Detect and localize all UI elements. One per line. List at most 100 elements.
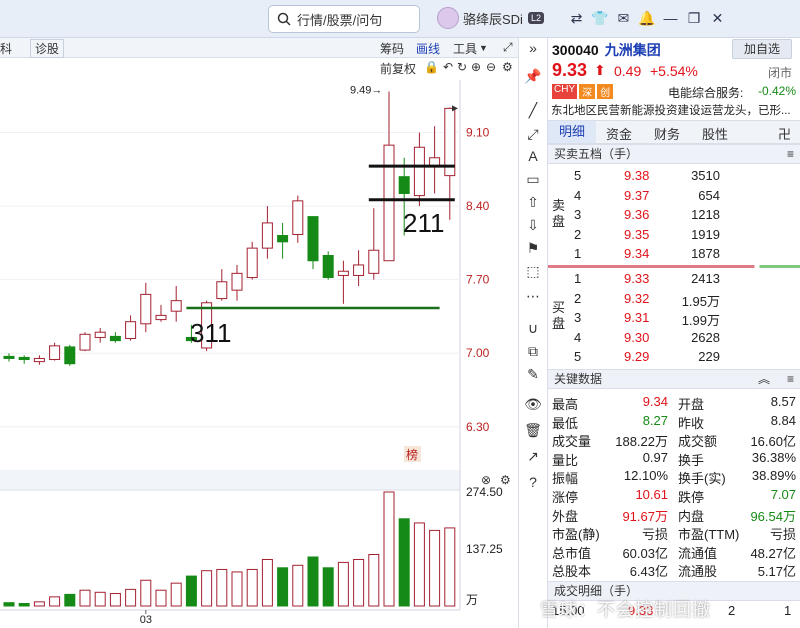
volume-bar [3, 602, 15, 607]
settings-icon[interactable]: ⚙ [502, 60, 513, 74]
stock-code: 300040 [552, 42, 599, 58]
volume-bar [398, 518, 410, 607]
line-tool-icon[interactable]: ╱ [519, 102, 547, 119]
key-row-cell: 91.67万 [622, 508, 668, 524]
bell-icon[interactable]: 🔔 [636, 10, 659, 27]
candle-body [353, 264, 365, 276]
close-icon[interactable]: ✕ [706, 10, 729, 27]
key-row-cell: 16.60亿 [750, 434, 796, 450]
text-tool-icon[interactable]: A [519, 148, 547, 164]
candle-body [261, 222, 273, 249]
ray-tool-icon[interactable]: ⤢ [519, 126, 547, 143]
refresh-icon[interactable]: ↻ [457, 60, 467, 74]
watermark: 雪球：不会控制回撤 [540, 600, 711, 620]
chip-button[interactable]: 筹码 [380, 40, 404, 57]
plot-area [0, 80, 460, 470]
key-row-cell: 开盘 [678, 397, 705, 412]
help-icon[interactable]: ? [519, 474, 547, 490]
ask-row-cell: 3510 [691, 168, 720, 183]
more-icon[interactable]: ⋯ [519, 288, 547, 305]
key-row-cell: 8.84 [770, 412, 796, 428]
tab-character[interactable]: 股性 [702, 124, 728, 143]
pin-icon[interactable]: 📌 [519, 68, 547, 85]
sell-label: 卖盘 [552, 198, 566, 229]
arrow-down-tool-icon[interactable]: ⇩ [519, 217, 547, 234]
lock-icon[interactable]: 🔒 [424, 60, 439, 74]
draw-line-button[interactable]: 画线 [416, 40, 440, 57]
eye-icon[interactable]: 👁 [519, 396, 547, 413]
comment-tool-icon[interactable]: ▭ [519, 171, 547, 188]
undo-icon[interactable]: ↶ [443, 60, 453, 74]
menu-icon[interactable]: ≡ [787, 145, 794, 163]
candle-body [109, 335, 121, 342]
vol-tick-label: 274.50 [466, 485, 503, 499]
tools-button[interactable]: 工具 [453, 40, 477, 57]
volume-bar [337, 561, 349, 607]
bid-row-cell: 9.31 [624, 310, 650, 325]
sector-label[interactable]: 电能综合服务: [668, 84, 743, 101]
magnet-icon[interactable]: ∪ [519, 320, 547, 337]
chevron-down-icon[interactable]: ▼ [479, 43, 488, 53]
rect-tool-icon[interactable]: ⬚ [519, 263, 547, 280]
stock-panel: 300040 九洲集团 加自选 9.33 ⬆ 0.49 +5.54% 闭市 CHY… [548, 38, 800, 628]
flag-tool-icon[interactable]: ⚑ [519, 240, 547, 257]
volume-bar [413, 522, 425, 607]
add-watchlist-button[interactable]: 加自选 [732, 39, 792, 59]
avatar [437, 7, 459, 29]
annotation-211: 211 [403, 208, 444, 238]
key-row-cell: 最高 [552, 397, 579, 412]
fullscreen-icon[interactable]: ⤢ [503, 40, 513, 55]
candle-body [246, 247, 258, 279]
vol-tick-label: 137.25 [466, 542, 503, 556]
tab-fund[interactable]: 资金 [606, 124, 632, 143]
high-label: 9.49→ [350, 85, 382, 97]
switch-icon[interactable]: ⇄ [565, 10, 588, 27]
tab-detail[interactable]: 明细 [548, 121, 596, 143]
volume-bar [33, 601, 45, 607]
menu-icon-2[interactable]: ≡ [787, 370, 794, 388]
tab-partial[interactable]: 科 [0, 40, 12, 57]
trash-icon[interactable]: 🗑 [519, 422, 547, 439]
restore-icon[interactable]: ❐ [683, 10, 706, 27]
arrow-up-tool-icon[interactable]: ⇧ [519, 194, 547, 211]
key-row-cell: 成交额 [678, 434, 718, 450]
key-row-cell: 12.10% [623, 468, 668, 484]
copy-icon[interactable]: ⧉ [519, 343, 547, 360]
fuquan-select[interactable]: 前复权 [380, 60, 416, 77]
volume-bar [155, 589, 167, 607]
rank-label: 榜 [406, 447, 418, 462]
company-desc[interactable]: 东北地区民营新能源投资建设运营龙头，已形... [548, 102, 800, 118]
edit-icon[interactable]: ✎ [519, 366, 547, 383]
tab-finance[interactable]: 财务 [654, 124, 680, 143]
date-label: 03 [140, 614, 152, 626]
diagnose-button[interactable]: 诊股 [30, 39, 65, 58]
share-icon[interactable]: ↗ [519, 448, 547, 465]
keydata-header: 关键数据 ︽ ≡ [548, 369, 800, 389]
volume-chart[interactable]: ⊗ ⚙274.50137.25万03 [0, 470, 518, 628]
collapse-icon[interactable]: » [519, 40, 547, 56]
key-row-cell: 流通股 [678, 564, 718, 580]
collapse-up-icon[interactable]: ︽ [758, 370, 770, 388]
minimize-icon[interactable]: — [659, 10, 682, 27]
ask-row-cell: 2 [574, 226, 582, 242]
candle-body [292, 200, 304, 235]
ask-row-cell: 1919 [691, 226, 720, 242]
shirt-icon[interactable]: 👕 [589, 10, 612, 27]
key-row-cell: 0.97 [642, 449, 668, 465]
zoom-in-icon[interactable]: ⊕ [471, 60, 481, 74]
stock-header: 300040 九洲集团 [552, 40, 661, 60]
ask-row-cell: 1878 [691, 246, 720, 261]
bid-ask-ratio-bar [548, 265, 800, 268]
bid-row-cell: 4 [574, 329, 582, 345]
zoom-out-icon[interactable]: ⊖ [486, 60, 496, 74]
bid-row-cell: 5 [574, 349, 582, 364]
candle-body [307, 216, 319, 262]
user-menu[interactable]: 骆绛辰SDi L2 [437, 7, 544, 29]
layout-icon[interactable]: 卍 [778, 124, 791, 143]
chart-toolbar: 科 诊股 筹码 画线 工具 ▼ ⤢ [0, 38, 518, 58]
volume-bar [94, 591, 106, 607]
price-chart[interactable]: 9.10 8.40 7.70 7.00 6.30 9.49→ 311 211 榜 [0, 80, 518, 470]
mail-icon[interactable]: ✉ [612, 10, 635, 27]
bid-row-cell: 1.99万 [681, 313, 720, 328]
search-box[interactable]: 行情/股票/问句 [268, 5, 420, 33]
